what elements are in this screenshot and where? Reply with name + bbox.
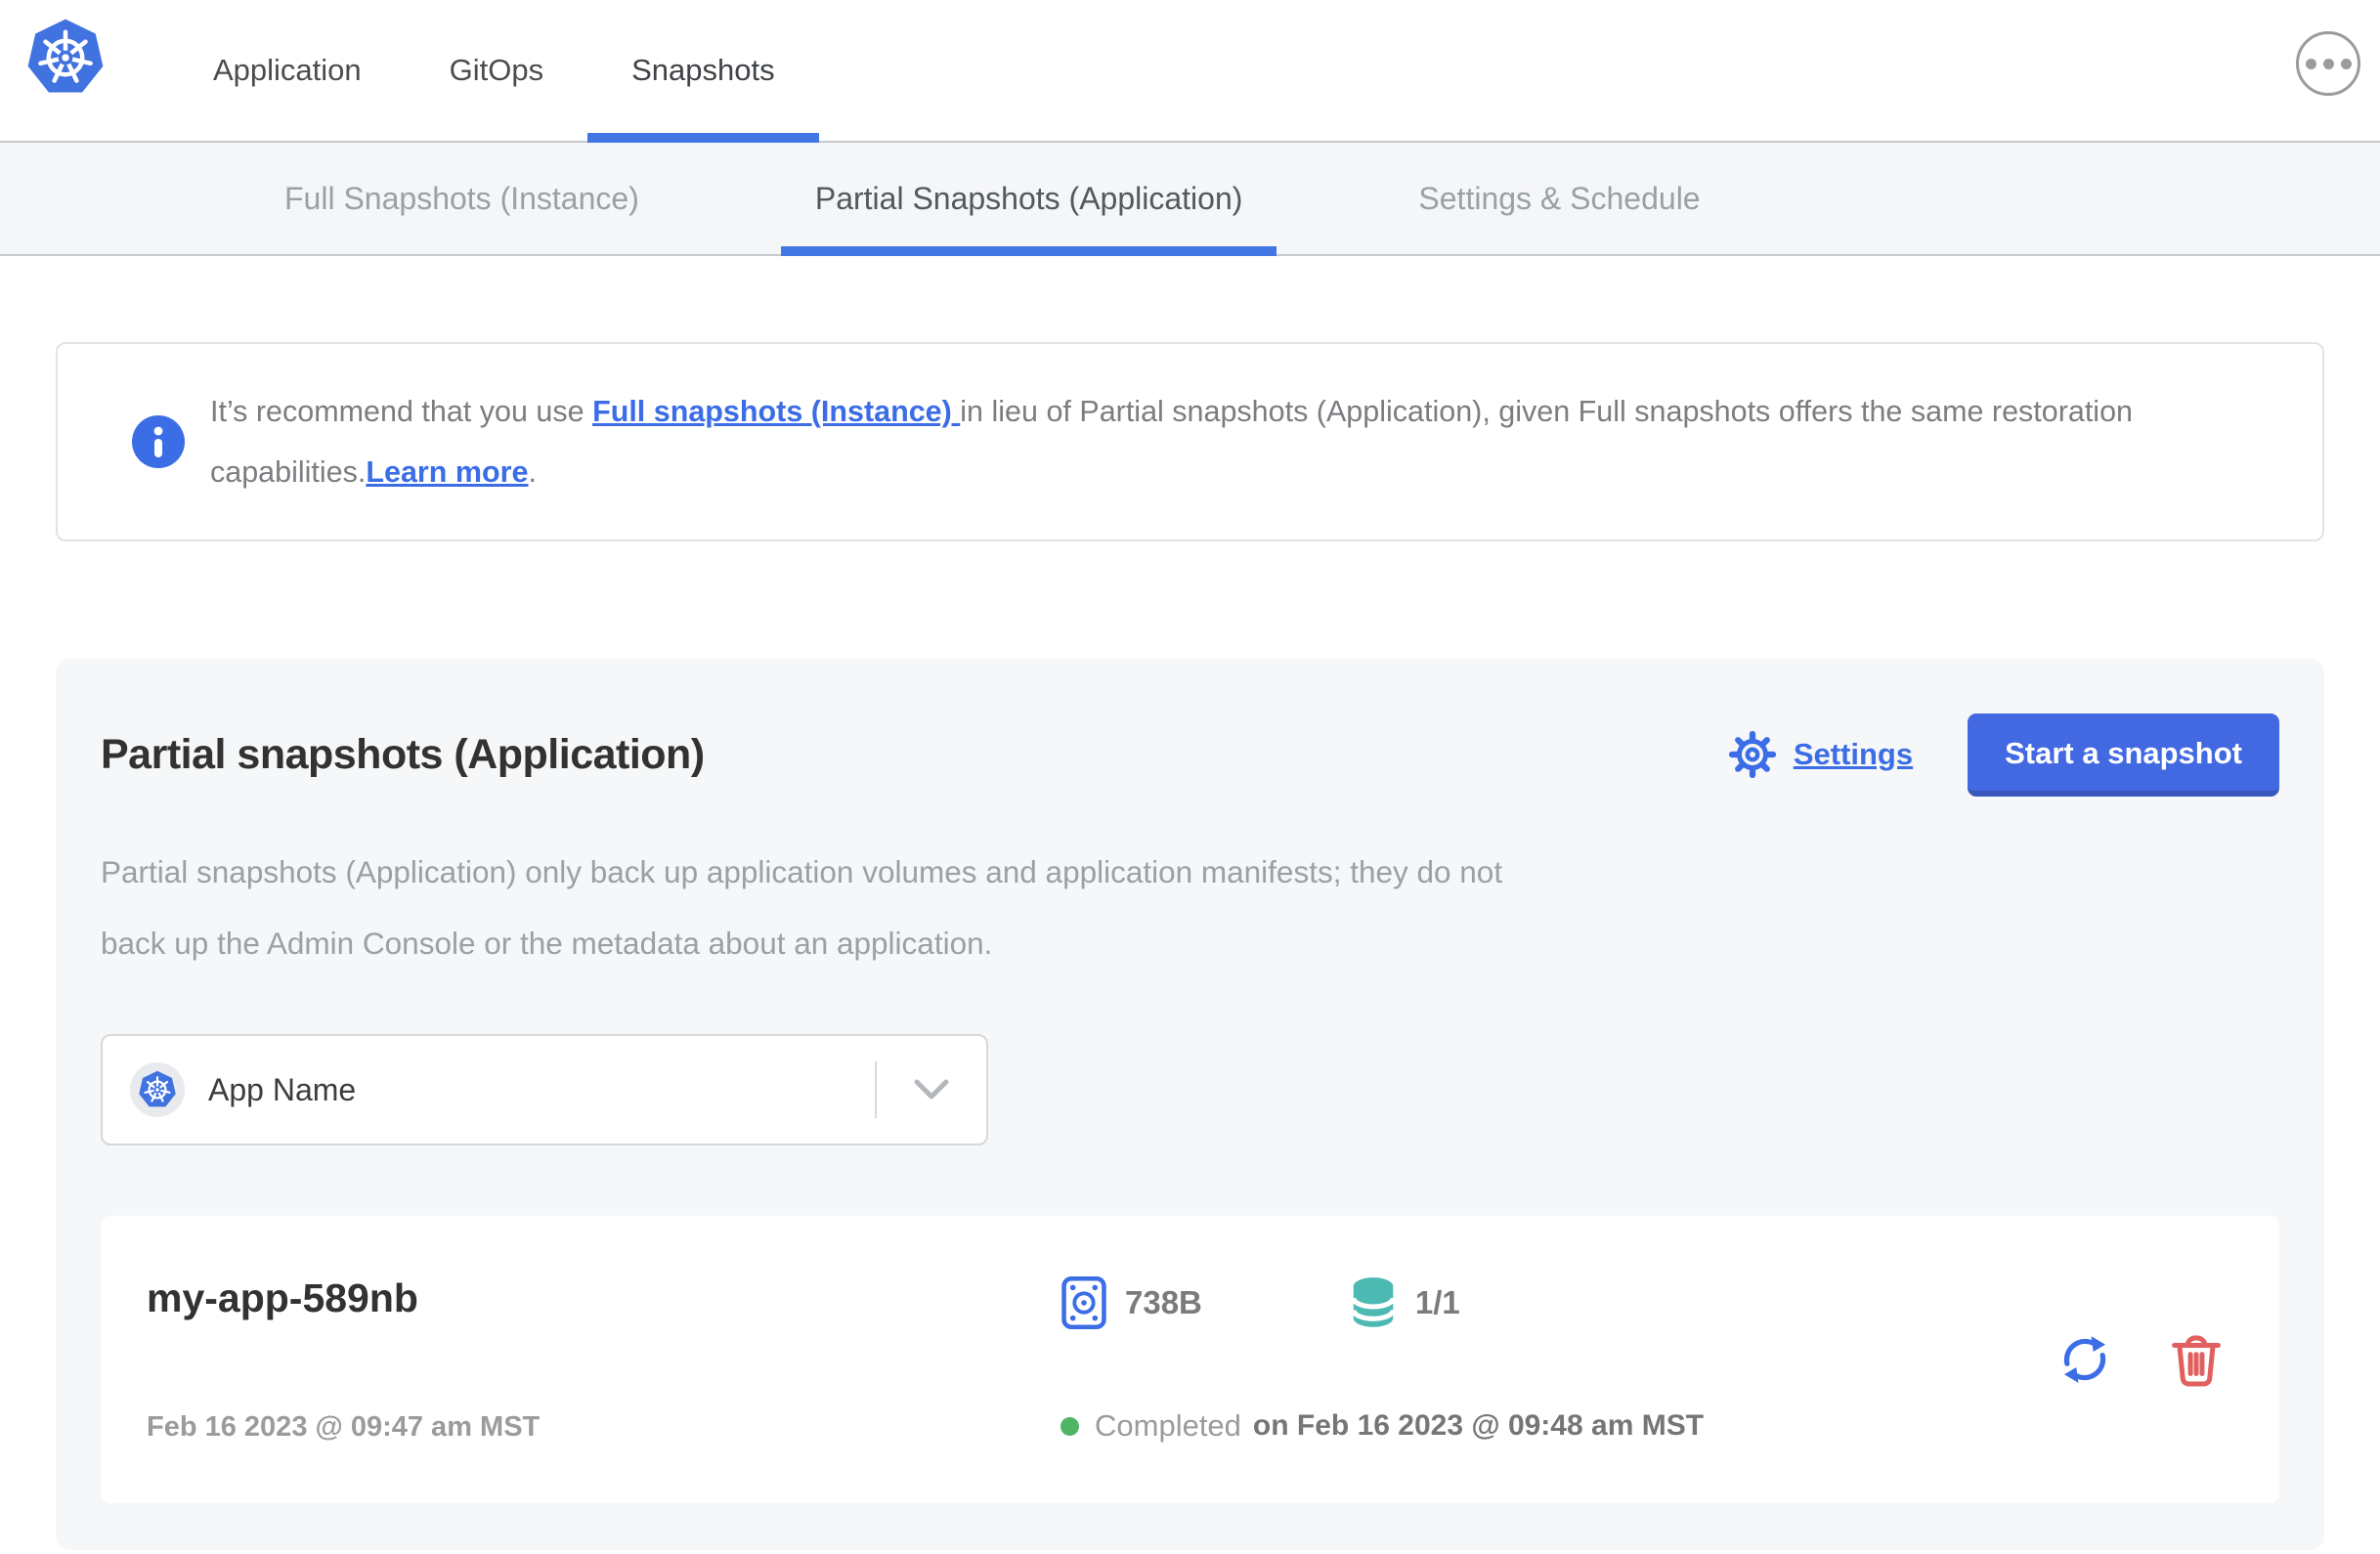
app-name-value: App Name	[208, 1071, 357, 1107]
ellipsis-menu-icon	[2305, 58, 2316, 69]
banner-text-end: .	[528, 455, 537, 489]
banner-text-start: It’s recommend that you use	[210, 395, 593, 428]
full-snapshots-instance-link[interactable]: Full snapshots (Instance)	[592, 395, 960, 428]
panel-header-actions: Settings Start a snapshot	[1728, 712, 2279, 797]
snapshot-stats: 738B 1/1 Completed on Feb 16 2023 @ 09:4…	[1060, 1275, 2037, 1444]
delete-snapshot-button[interactable]	[2170, 1331, 2223, 1388]
restore-snapshot-button[interactable]	[2056, 1331, 2113, 1388]
panel-description: Partial snapshots (Application) only bac…	[101, 854, 1503, 961]
ellipsis-menu-icon	[2322, 58, 2334, 69]
snapshot-status: Completed	[1095, 1408, 1241, 1443]
recommendation-banner: It’s recommend that you use Full snapsho…	[56, 342, 2324, 541]
restore-icon	[2063, 1336, 2106, 1383]
page-title: Partial snapshots (Application)	[101, 730, 705, 778]
app-badge	[130, 1062, 185, 1117]
snapshot-actions	[2056, 1331, 2223, 1388]
nav-item-application[interactable]: Application	[169, 0, 406, 141]
app-name-dropdown[interactable]: App Name	[101, 1034, 988, 1145]
main-nav: Application GitOps Snapshots	[169, 0, 819, 143]
top-navigation-bar: Application GitOps Snapshots	[0, 0, 2380, 143]
partial-snapshots-panel: Partial snapshots (Application) Settings…	[56, 659, 2324, 1550]
snapshot-size-value: 738B	[1125, 1284, 1202, 1320]
tab-settings-and-schedule[interactable]: Settings & Schedule	[1384, 143, 1734, 254]
panel-header: Partial snapshots (Application) Settings…	[101, 712, 2279, 797]
info-icon	[132, 415, 185, 468]
snapshot-volumes-stat: 1/1	[1349, 1276, 1460, 1329]
more-menu-button[interactable]	[2296, 31, 2360, 96]
chevron-down-icon	[914, 1079, 949, 1100]
status-dot	[1060, 1416, 1079, 1436]
nav-item-gitops[interactable]: GitOps	[406, 0, 587, 141]
nav-item-snapshots[interactable]: Snapshots	[587, 0, 819, 143]
kubernetes-logo	[25, 18, 106, 98]
tab-full-snapshots-instance[interactable]: Full Snapshots (Instance)	[250, 143, 673, 254]
start-snapshot-button[interactable]: Start a snapshot	[1968, 712, 2279, 797]
database-icon	[1351, 1277, 1396, 1327]
snapshot-identity: my-app-589nb Feb 16 2023 @ 09:47 am MST	[147, 1275, 1060, 1444]
snapshot-stat-row: 738B 1/1	[1060, 1275, 2037, 1330]
gear-icon[interactable]	[1728, 731, 1776, 778]
snapshot-volumes-value: 1/1	[1414, 1284, 1460, 1320]
disk-icon	[1061, 1275, 1106, 1330]
snapshot-size-stat: 738B	[1060, 1275, 1202, 1330]
snapshot-status-detail: on Feb 16 2023 @ 09:48 am MST	[1252, 1409, 1705, 1442]
learn-more-link[interactable]: Learn more	[366, 455, 528, 489]
trash-icon	[2172, 1335, 2221, 1387]
dropdown-chevron-box[interactable]	[877, 1078, 986, 1101]
banner-message: It’s recommend that you use Full snapsho…	[210, 381, 2243, 502]
ellipsis-menu-icon	[2340, 58, 2352, 69]
tab-partial-snapshots-application[interactable]: Partial Snapshots (Application)	[780, 143, 1277, 256]
settings-link[interactable]: Settings	[1794, 737, 1913, 772]
snapshot-status-row: Completed on Feb 16 2023 @ 09:48 am MST	[1060, 1408, 2037, 1444]
snapshots-subtabs: Full Snapshots (Instance) Partial Snapsh…	[0, 143, 2380, 256]
snapshot-name: my-app-589nb	[147, 1275, 418, 1320]
snapshot-started-timestamp: Feb 16 2023 @ 09:47 am MST	[147, 1411, 541, 1443]
kubernetes-app-icon	[138, 1070, 177, 1108]
snapshot-row: my-app-589nb Feb 16 2023 @ 09:47 am MST …	[101, 1216, 2279, 1503]
